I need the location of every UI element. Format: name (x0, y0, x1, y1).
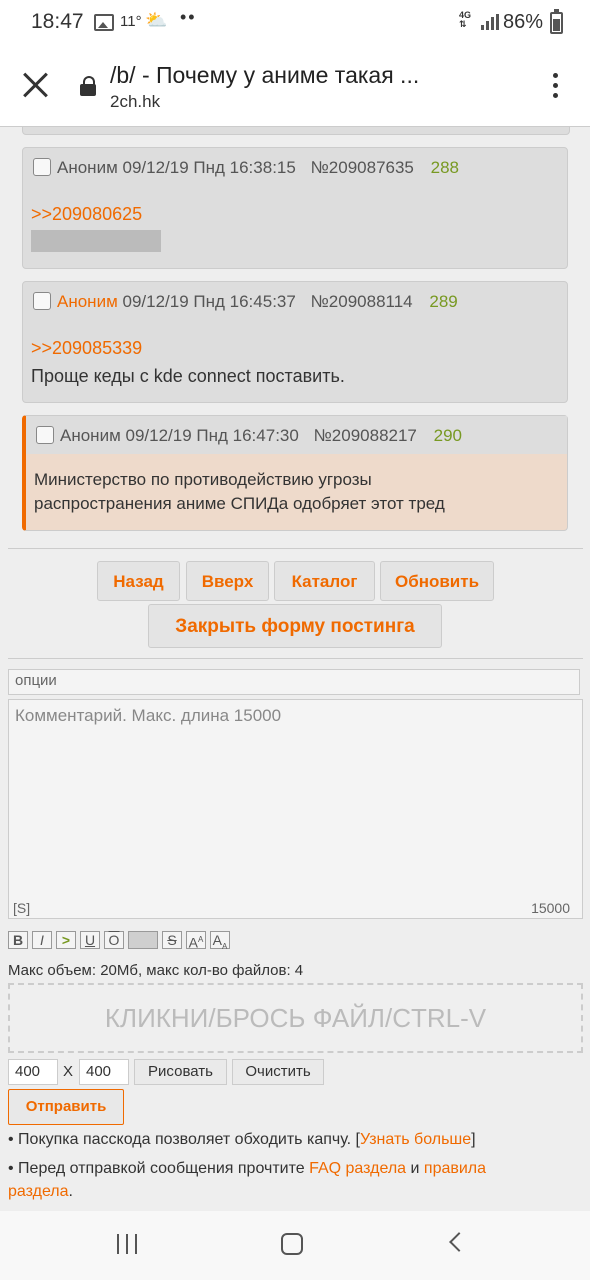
post-header: Аноним 09/12/19 Пнд 16:47:30 №209088217 … (36, 426, 462, 446)
back-icon[interactable] (449, 1232, 469, 1252)
options-field[interactable]: опции (8, 669, 580, 695)
rules-link[interactable]: правила (424, 1160, 486, 1177)
post-index: 290 (433, 426, 462, 445)
gallery-notification-icon (94, 14, 114, 31)
post: Аноним 09/12/19 Пнд 16:38:15 №209087635 … (22, 147, 568, 269)
post-index: 289 (429, 292, 458, 311)
passcode-note-bracket: ] (471, 1131, 476, 1148)
post-highlighted: Аноним 09/12/19 Пнд 16:47:30 №209088217 … (22, 415, 568, 531)
back-button[interactable]: Назад (97, 561, 180, 601)
close-post-form-button[interactable]: Закрыть форму постинга (148, 604, 442, 648)
previous-post (22, 127, 570, 135)
post-select-checkbox[interactable] (33, 158, 51, 176)
refresh-button[interactable]: Обновить (380, 561, 494, 601)
close-tab-icon[interactable] (22, 72, 48, 98)
superscript-button[interactable]: AA (186, 931, 206, 951)
post-index: 288 (430, 158, 459, 177)
draw-button[interactable]: Рисовать (134, 1059, 227, 1085)
spoiler-tag-label: [S] (13, 900, 31, 916)
faq-note-end: . (68, 1183, 73, 1200)
signal-icon (481, 14, 499, 30)
post-author: Аноним (57, 158, 118, 177)
post-text-line: распространения аниме СПИДа одобряет это… (34, 494, 445, 513)
reply-link[interactable]: >>209085339 (31, 338, 142, 359)
clear-button[interactable]: Очистить (232, 1059, 324, 1085)
weather-icon: ⛅ (145, 10, 168, 30)
status-bar: 18:47 11° ⛅ •• 4G ⇅ 86% (0, 0, 590, 46)
post: Аноним 09/12/19 Пнд 16:45:37 №209088114 … (22, 281, 568, 403)
post-header: Аноним 09/12/19 Пнд 16:38:15 №209087635 … (33, 158, 459, 178)
post-datetime: 09/12/19 Пнд 16:45:37 (122, 292, 296, 311)
page-host[interactable]: 2ch.hk (110, 92, 160, 112)
post-text-line: Министерство по противодействию угрозы (34, 470, 372, 489)
post-datetime: 09/12/19 Пнд 16:47:30 (125, 426, 299, 445)
battery-level: 86% (503, 11, 544, 33)
network-type-label: 4G (459, 10, 472, 20)
post-datetime: 09/12/19 Пнд 16:38:15 (122, 158, 296, 177)
overline-button[interactable]: O (104, 931, 124, 949)
catalog-button[interactable]: Каталог (274, 561, 375, 601)
dimension-separator: X (63, 1063, 74, 1080)
strike-button[interactable]: S (162, 931, 182, 949)
submit-post-button[interactable]: Отправить (8, 1089, 124, 1125)
post-select-checkbox[interactable] (33, 292, 51, 310)
divider (8, 658, 583, 659)
faq-link[interactable]: FAQ раздела (309, 1160, 406, 1177)
spoiler-button[interactable] (128, 931, 158, 949)
divider (8, 548, 583, 549)
learn-more-link[interactable]: Узнать больше (360, 1131, 471, 1148)
char-counter: 15000 (531, 900, 570, 916)
quote-button[interactable]: > (56, 931, 76, 949)
subscript-button[interactable]: AA (210, 931, 230, 951)
faq-note: • Перед отправкой сообщения прочтите FAQ… (8, 1157, 578, 1203)
battery-icon (550, 9, 563, 34)
italic-button[interactable]: I (32, 931, 52, 949)
home-icon[interactable] (281, 1233, 303, 1255)
comment-textarea[interactable]: Комментарий. Макс. длина 15000 [S] 15000 (8, 699, 583, 919)
browser-toolbar: /b/ - Почему у аниме такая ... 2ch.hk (0, 46, 590, 127)
post-text: Проще кеды с kde connect поставить. (31, 366, 345, 386)
superscript-label: A (188, 934, 198, 951)
canvas-height-input[interactable]: 400 (79, 1059, 129, 1085)
system-navigation-bar (0, 1211, 590, 1280)
subscript-label: A (212, 932, 222, 948)
thread-content: Аноним 09/12/19 Пнд 16:38:15 №209087635 … (0, 127, 590, 1211)
lock-icon[interactable] (80, 76, 96, 96)
post-number[interactable]: №209087635 (311, 158, 414, 177)
passcode-note-text: • Покупка пасскода позволяет обходить ка… (8, 1131, 360, 1148)
reply-link[interactable]: >>209080625 (31, 204, 142, 225)
passcode-note: • Покупка пасскода позволяет обходить ка… (8, 1128, 578, 1151)
spoiler-text[interactable] (31, 230, 161, 252)
bold-button[interactable]: B (8, 931, 28, 949)
post-select-checkbox[interactable] (36, 426, 54, 444)
file-dropzone[interactable]: КЛИКНИ/БРОСЬ ФАЙЛ/CTRL-V (8, 983, 583, 1053)
comment-placeholder: Комментарий. Макс. длина 15000 (15, 706, 282, 725)
underline-button[interactable]: U (80, 931, 100, 949)
more-notifications-icon: •• (180, 7, 197, 27)
canvas-width-input[interactable]: 400 (8, 1059, 58, 1085)
status-temperature: 11° (120, 13, 142, 30)
post-number[interactable]: №209088217 (314, 426, 417, 445)
post-author[interactable]: Аноним (57, 292, 118, 311)
page-title[interactable]: /b/ - Почему у аниме такая ... (110, 62, 510, 89)
post-number[interactable]: №209088114 (311, 292, 413, 311)
faq-note-text: • Перед отправкой сообщения прочтите (8, 1160, 310, 1177)
upload-limits: Макс объем: 20Мб, макс кол-во файлов: 4 (8, 962, 304, 979)
recent-apps-icon[interactable] (117, 1234, 139, 1254)
rules-link-continued[interactable]: раздела (8, 1183, 69, 1200)
post-header: Аноним 09/12/19 Пнд 16:45:37 №209088114 … (33, 292, 458, 312)
network-type-icon: 4G ⇅ (459, 10, 472, 29)
status-time: 18:47 (31, 10, 84, 33)
faq-note-and: и (406, 1160, 424, 1177)
post-author: Аноним (60, 426, 121, 445)
post-text: Министерство по противодействию угрозы р… (34, 468, 445, 516)
up-button[interactable]: Вверх (186, 561, 269, 601)
overflow-menu-icon[interactable] (552, 73, 560, 101)
